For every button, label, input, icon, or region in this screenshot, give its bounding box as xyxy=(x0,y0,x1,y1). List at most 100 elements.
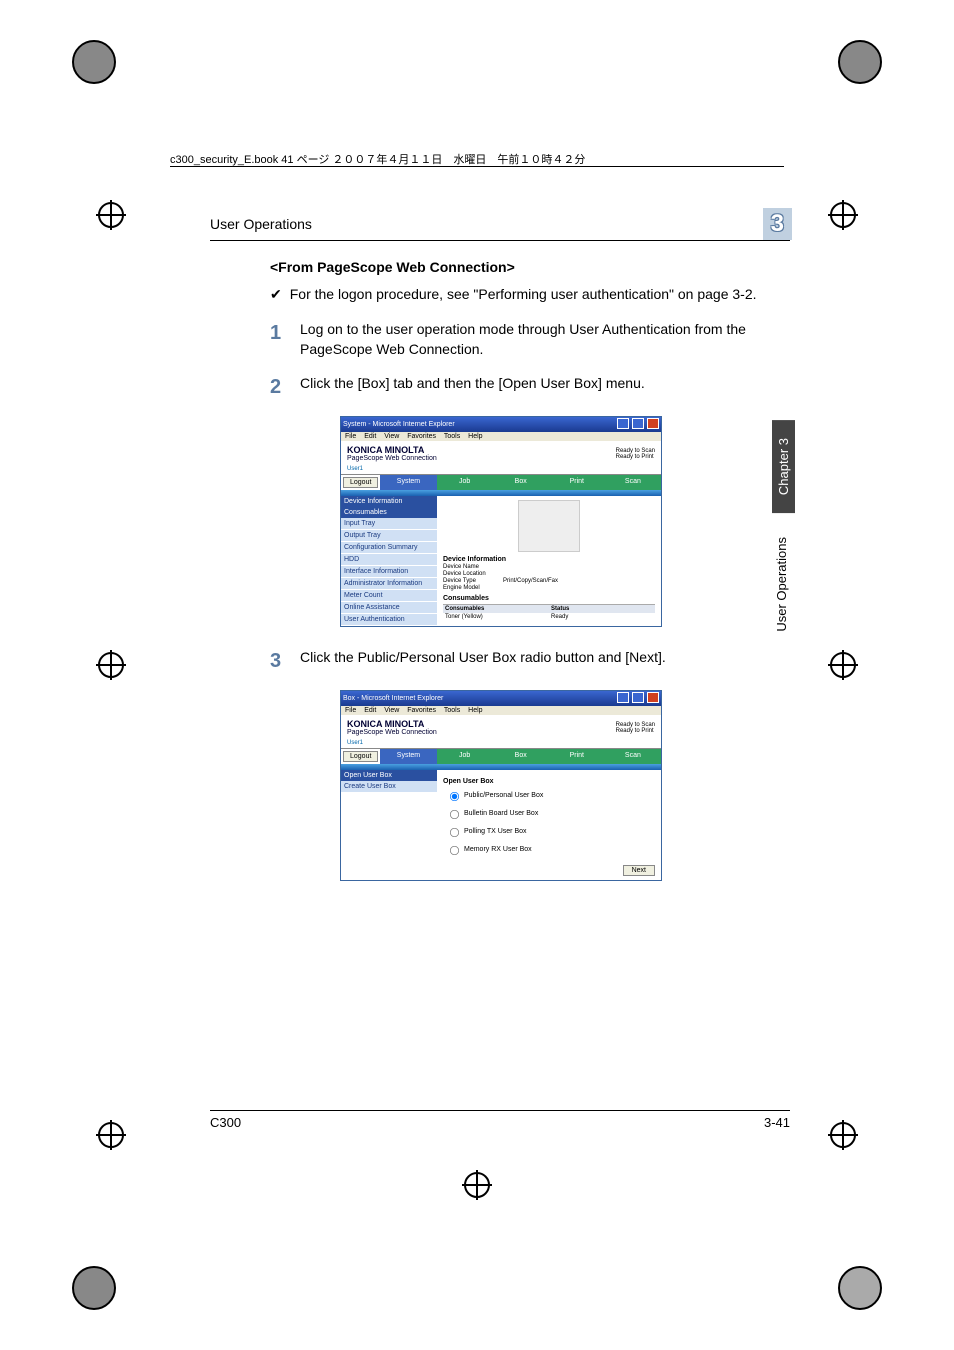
menu-item[interactable]: Tools xyxy=(444,707,460,714)
logout-button[interactable]: Logout xyxy=(343,751,378,762)
crop-mark xyxy=(838,1266,882,1310)
close-icon[interactable] xyxy=(647,692,659,703)
radio-input[interactable] xyxy=(450,810,459,819)
tab-system[interactable]: System xyxy=(380,475,436,490)
screenshot-box: Box - Microsoft Internet Explorer File E… xyxy=(340,690,662,881)
chapter-number: 3 xyxy=(765,210,790,238)
menu-item[interactable]: View xyxy=(384,707,399,714)
brand-name: KONICA MINOLTA xyxy=(347,719,424,729)
minimize-icon[interactable] xyxy=(617,418,629,429)
radio-input[interactable] xyxy=(450,828,459,837)
tab-row: Logout System Job Box Print Scan xyxy=(341,474,661,490)
kv-val: Print/Copy/Scan/Fax xyxy=(503,578,558,584)
kv-key: Device Name xyxy=(443,564,503,570)
radio-input[interactable] xyxy=(450,846,459,855)
side-tab: Chapter 3 User Operations xyxy=(772,420,800,650)
step-text: Click the Public/Personal User Box radio… xyxy=(300,647,790,676)
crosshair-icon xyxy=(828,200,858,230)
radio-label: Polling TX User Box xyxy=(464,828,527,835)
side-item-open-user-box[interactable]: Open User Box xyxy=(341,770,437,781)
tab-system[interactable]: System xyxy=(380,749,436,764)
tab-job[interactable]: Job xyxy=(437,749,493,764)
content-body: Open User Box Create User Box Open User … xyxy=(341,770,661,880)
menu-item[interactable]: Help xyxy=(468,707,482,714)
th: Consumables xyxy=(443,605,549,613)
menu-item[interactable]: Help xyxy=(468,433,482,440)
close-icon[interactable] xyxy=(647,418,659,429)
crosshair-icon xyxy=(96,1120,126,1150)
side-item-create-user-box[interactable]: Create User Box xyxy=(341,781,437,793)
radio-polling[interactable]: Polling TX User Box xyxy=(443,823,655,839)
side-tab-section: User Operations xyxy=(772,519,791,650)
tab-box[interactable]: Box xyxy=(493,475,549,490)
consumables-table: ConsumablesStatus Toner (Yellow)Ready xyxy=(443,604,655,621)
ie-menubar: File Edit View Favorites Tools Help xyxy=(341,706,661,715)
tab-print[interactable]: Print xyxy=(549,475,605,490)
note-text: For the logon procedure, see "Performing… xyxy=(290,285,757,305)
radio-public-personal[interactable]: Public/Personal User Box xyxy=(443,787,655,803)
menu-item[interactable]: Tools xyxy=(444,433,460,440)
next-button[interactable]: Next xyxy=(623,865,655,876)
crop-header-rule: c300_security_E.book 41 ページ ２００７年４月１１日 水… xyxy=(170,166,784,183)
crosshair-icon xyxy=(96,200,126,230)
logged-user: User1 xyxy=(341,740,661,748)
device-info-heading: Device Information xyxy=(443,556,655,563)
radio-memory-rx[interactable]: Memory RX User Box xyxy=(443,841,655,857)
menu-item[interactable]: View xyxy=(384,433,399,440)
radio-bulletin[interactable]: Bulletin Board User Box xyxy=(443,805,655,821)
side-item[interactable]: Online Assistance xyxy=(341,602,437,614)
side-item[interactable]: User Authentication xyxy=(341,614,437,626)
checkmark-icon: ✔ xyxy=(270,285,282,305)
side-item[interactable]: Administrator Information xyxy=(341,578,437,590)
brand-sub: PageScope Web Connection xyxy=(347,729,437,736)
brand-block: KONICA MINOLTA PageScope Web Connection xyxy=(347,719,437,736)
side-item[interactable]: Output Tray xyxy=(341,530,437,542)
menu-item[interactable]: Favorites xyxy=(407,433,436,440)
step-number: 2 xyxy=(270,373,300,402)
status-scan: Ready to Scan xyxy=(616,448,655,454)
menu-item[interactable]: Edit xyxy=(364,433,376,440)
minimize-icon[interactable] xyxy=(617,692,629,703)
tab-print[interactable]: Print xyxy=(549,749,605,764)
kv-key: Device Location xyxy=(443,571,503,577)
status-scan: Ready to Scan xyxy=(616,722,655,728)
kv-key: Device Type xyxy=(443,578,503,584)
radio-input[interactable] xyxy=(450,792,459,801)
side-item-consumables[interactable]: Consumables xyxy=(341,507,437,518)
window-titlebar: System - Microsoft Internet Explorer xyxy=(341,417,661,432)
step-1: 1 Log on to the user operation mode thro… xyxy=(270,319,790,360)
logout-button[interactable]: Logout xyxy=(343,477,378,488)
menu-item[interactable]: Edit xyxy=(364,707,376,714)
side-item[interactable]: HDD xyxy=(341,554,437,566)
side-item-device-info[interactable]: Device Information xyxy=(341,496,437,507)
content-body: Device Information Consumables Input Tra… xyxy=(341,496,661,626)
side-item[interactable]: Input Tray xyxy=(341,518,437,530)
tab-scan[interactable]: Scan xyxy=(605,475,661,490)
tab-scan[interactable]: Scan xyxy=(605,749,661,764)
window-title: System - Microsoft Internet Explorer xyxy=(343,421,455,428)
consumables-heading: Consumables xyxy=(443,595,655,602)
note-line: ✔ For the logon procedure, see "Performi… xyxy=(270,285,790,305)
radio-label: Memory RX User Box xyxy=(464,846,532,853)
brand-block: KONICA MINOLTA PageScope Web Connection xyxy=(347,445,437,462)
screenshot-system: System - Microsoft Internet Explorer Fil… xyxy=(340,416,662,627)
menu-item[interactable]: Favorites xyxy=(407,707,436,714)
side-item[interactable]: Meter Count xyxy=(341,590,437,602)
side-menu: Device Information Consumables Input Tra… xyxy=(341,496,437,626)
content-panel: Device Information Device Name Device Lo… xyxy=(437,496,661,626)
crosshair-icon xyxy=(96,650,126,680)
menu-item[interactable]: File xyxy=(345,433,356,440)
tab-job[interactable]: Job xyxy=(437,475,493,490)
radio-label: Public/Personal User Box xyxy=(464,792,543,799)
footer-page: 3-41 xyxy=(764,1115,790,1130)
maximize-icon[interactable] xyxy=(632,418,644,429)
footer-model: C300 xyxy=(210,1115,241,1130)
menu-item[interactable]: File xyxy=(345,707,356,714)
side-item[interactable]: Configuration Summary xyxy=(341,542,437,554)
crop-mark xyxy=(72,40,116,84)
maximize-icon[interactable] xyxy=(632,692,644,703)
side-item[interactable]: Interface Information xyxy=(341,566,437,578)
tab-box[interactable]: Box xyxy=(493,749,549,764)
device-image xyxy=(518,500,580,552)
window-titlebar: Box - Microsoft Internet Explorer xyxy=(341,691,661,706)
